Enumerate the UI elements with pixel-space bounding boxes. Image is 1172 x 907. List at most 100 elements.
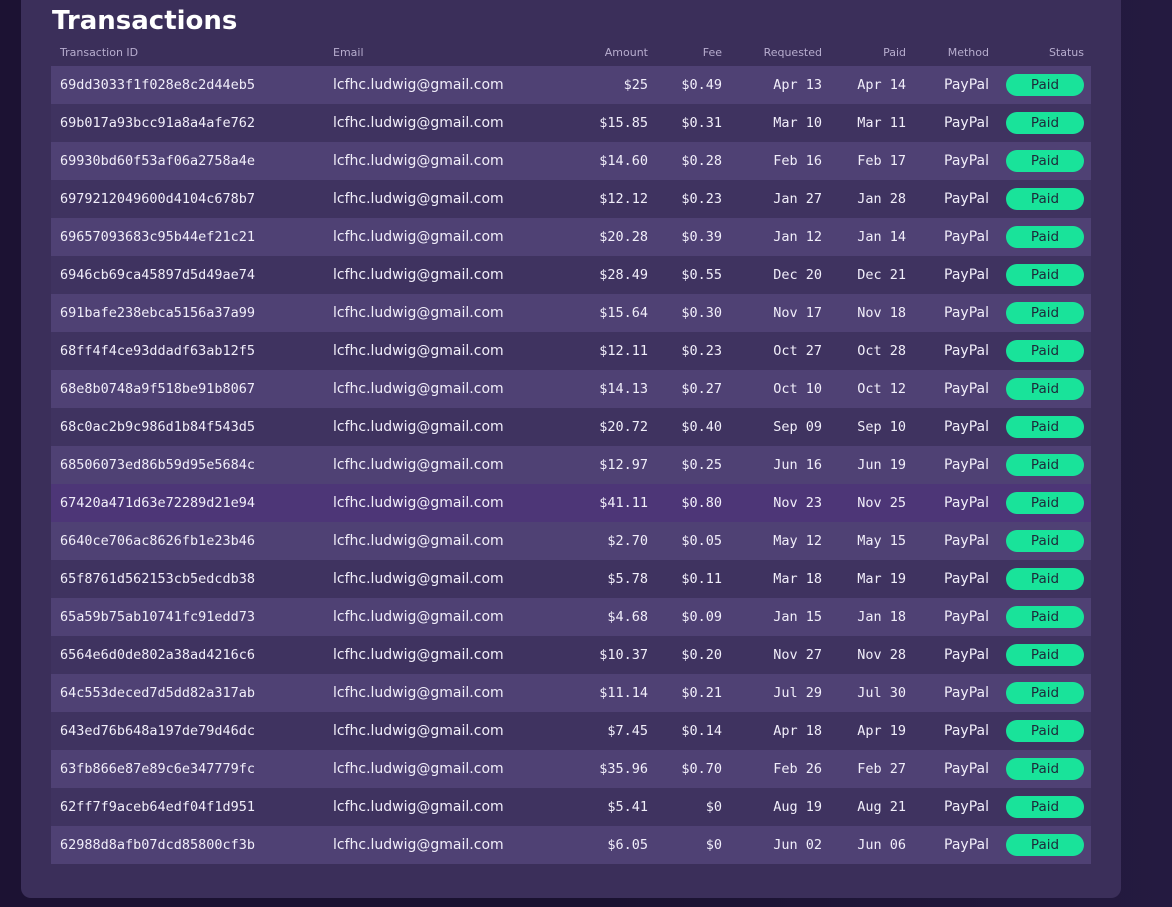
status-cell: Paid xyxy=(1006,560,1084,598)
status-badge: Paid xyxy=(1006,302,1084,324)
table-row[interactable]: 62988d8afb07dcd85800cf3b lcfhc.ludwig@gma… xyxy=(51,826,1091,864)
table-row[interactable]: 68ff4f4ce93ddadf63ab12f5 lcfhc.ludwig@gma… xyxy=(51,332,1091,370)
method-cell: PayPal xyxy=(944,457,989,473)
amount-cell: $7.45 xyxy=(607,723,648,739)
table-row[interactable]: 69930bd60f53af06a2758a4e lcfhc.ludwig@gma… xyxy=(51,142,1091,180)
amount-cell: $41.11 xyxy=(599,495,648,511)
paid-date-cell: Apr 14 xyxy=(857,77,906,93)
transaction-id-cell: 65f8761d562153cb5edcdb38 xyxy=(60,571,256,587)
table-row[interactable]: 69b017a93bcc91a8a4afe762 lcfhc.ludwig@gma… xyxy=(51,104,1091,142)
column-header-paid[interactable]: Paid xyxy=(831,38,906,66)
amount-cell: $15.64 xyxy=(599,305,648,321)
fee-cell: $0 xyxy=(705,799,722,815)
status-badge: Paid xyxy=(1006,568,1084,590)
transaction-id-cell: 69930bd60f53af06a2758a4e xyxy=(60,153,256,169)
table-row[interactable]: 6640ce706ac8626fb1e23b46 lcfhc.ludwig@gma… xyxy=(51,522,1091,560)
fee-cell: $0.05 xyxy=(681,533,722,549)
paid-date-cell: Jan 18 xyxy=(857,609,906,625)
column-header-method[interactable]: Method xyxy=(921,38,989,66)
status-badge: Paid xyxy=(1006,530,1084,552)
transaction-id-cell: 69657093683c95b44ef21c21 xyxy=(60,229,256,245)
table-row[interactable]: 63fb866e87e89c6e347779fc lcfhc.ludwig@gma… xyxy=(51,750,1091,788)
amount-cell: $2.70 xyxy=(607,533,648,549)
status-badge: Paid xyxy=(1006,416,1084,438)
table-row[interactable]: 6979212049600d4104c678b7 lcfhc.ludwig@gma… xyxy=(51,180,1091,218)
table-row[interactable]: 68e8b0748a9f518be91b8067 lcfhc.ludwig@gma… xyxy=(51,370,1091,408)
transaction-id-cell: 67420a471d63e72289d21e94 xyxy=(60,495,256,511)
table-row[interactable]: 691bafe238ebca5156a37a99 lcfhc.ludwig@gma… xyxy=(51,294,1091,332)
method-cell: PayPal xyxy=(944,647,989,663)
paid-date-cell: Oct 12 xyxy=(857,381,906,397)
table-row[interactable]: 67420a471d63e72289d21e94 lcfhc.ludwig@gma… xyxy=(51,484,1091,522)
method-cell: PayPal xyxy=(944,153,989,169)
table-row[interactable]: 69657093683c95b44ef21c21 lcfhc.ludwig@gma… xyxy=(51,218,1091,256)
amount-cell: $20.28 xyxy=(599,229,648,245)
table-row[interactable]: 64c553deced7d5dd82a317ab lcfhc.ludwig@gma… xyxy=(51,674,1091,712)
requested-date-cell: Jul 29 xyxy=(773,685,822,701)
email-cell: lcfhc.ludwig@gmail.com xyxy=(333,799,504,815)
status-badge: Paid xyxy=(1006,378,1084,400)
fee-cell: $0.20 xyxy=(681,647,722,663)
method-cell: PayPal xyxy=(944,685,989,701)
method-cell: PayPal xyxy=(944,343,989,359)
status-badge: Paid xyxy=(1006,112,1084,134)
column-header-transaction-id[interactable]: Transaction ID xyxy=(60,38,320,66)
amount-cell: $11.14 xyxy=(599,685,648,701)
fee-cell: $0.27 xyxy=(681,381,722,397)
amount-cell: $5.41 xyxy=(607,799,648,815)
column-header-email[interactable]: Email xyxy=(333,38,573,66)
table-row[interactable]: 62ff7f9aceb64edf04f1d951 lcfhc.ludwig@gma… xyxy=(51,788,1091,826)
column-header-fee[interactable]: Fee xyxy=(651,38,722,66)
email-cell: lcfhc.ludwig@gmail.com xyxy=(333,837,504,853)
paid-date-cell: Mar 19 xyxy=(857,571,906,587)
method-cell: PayPal xyxy=(944,723,989,739)
status-cell: Paid xyxy=(1006,370,1084,408)
transaction-id-cell: 68506073ed86b59d95e5684c xyxy=(60,457,256,473)
page-title: Transactions xyxy=(52,6,238,36)
fee-cell: $0.39 xyxy=(681,229,722,245)
requested-date-cell: Nov 17 xyxy=(773,305,822,321)
column-header-amount[interactable]: Amount xyxy=(551,38,648,66)
table-body: 69dd3033f1f028e8c2d44eb5 lcfhc.ludwig@gma… xyxy=(51,66,1091,864)
status-badge: Paid xyxy=(1006,796,1084,818)
method-cell: PayPal xyxy=(944,419,989,435)
email-cell: lcfhc.ludwig@gmail.com xyxy=(333,343,504,359)
requested-date-cell: May 12 xyxy=(773,533,822,549)
table-row[interactable]: 643ed76b648a197de79d46dc lcfhc.ludwig@gma… xyxy=(51,712,1091,750)
amount-cell: $12.12 xyxy=(599,191,648,207)
table-row[interactable]: 68506073ed86b59d95e5684c lcfhc.ludwig@gma… xyxy=(51,446,1091,484)
table-row[interactable]: 65f8761d562153cb5edcdb38 lcfhc.ludwig@gma… xyxy=(51,560,1091,598)
method-cell: PayPal xyxy=(944,533,989,549)
table-row[interactable]: 68c0ac2b9c986d1b84f543d5 lcfhc.ludwig@gma… xyxy=(51,408,1091,446)
table-row[interactable]: 65a59b75ab10741fc91edd73 lcfhc.ludwig@gma… xyxy=(51,598,1091,636)
fee-cell: $0.09 xyxy=(681,609,722,625)
table-row[interactable]: 6946cb69ca45897d5d49ae74 lcfhc.ludwig@gma… xyxy=(51,256,1091,294)
email-cell: lcfhc.ludwig@gmail.com xyxy=(333,77,504,93)
email-cell: lcfhc.ludwig@gmail.com xyxy=(333,609,504,625)
fee-cell: $0.55 xyxy=(681,267,722,283)
status-cell: Paid xyxy=(1006,180,1084,218)
transaction-id-cell: 68ff4f4ce93ddadf63ab12f5 xyxy=(60,343,256,359)
column-header-status[interactable]: Status xyxy=(1026,38,1084,66)
requested-date-cell: Jun 16 xyxy=(773,457,822,473)
status-badge: Paid xyxy=(1006,74,1084,96)
paid-date-cell: May 15 xyxy=(857,533,906,549)
status-badge: Paid xyxy=(1006,606,1084,628)
transaction-id-cell: 6946cb69ca45897d5d49ae74 xyxy=(60,267,256,283)
status-badge: Paid xyxy=(1006,264,1084,286)
status-cell: Paid xyxy=(1006,484,1084,522)
fee-cell: $0.31 xyxy=(681,115,722,131)
paid-date-cell: Feb 27 xyxy=(857,761,906,777)
column-header-requested[interactable]: Requested xyxy=(741,38,822,66)
transactions-panel: Transactions Transaction ID Email Amount… xyxy=(21,0,1121,898)
table-row[interactable]: 69dd3033f1f028e8c2d44eb5 lcfhc.ludwig@gma… xyxy=(51,66,1091,104)
transaction-id-cell: 6640ce706ac8626fb1e23b46 xyxy=(60,533,256,549)
paid-date-cell: Jul 30 xyxy=(857,685,906,701)
paid-date-cell: Nov 18 xyxy=(857,305,906,321)
fee-cell: $0.28 xyxy=(681,153,722,169)
fee-cell: $0.40 xyxy=(681,419,722,435)
status-cell: Paid xyxy=(1006,826,1084,864)
requested-date-cell: Jun 02 xyxy=(773,837,822,853)
table-row[interactable]: 6564e6d0de802a38ad4216c6 lcfhc.ludwig@gma… xyxy=(51,636,1091,674)
method-cell: PayPal xyxy=(944,495,989,511)
